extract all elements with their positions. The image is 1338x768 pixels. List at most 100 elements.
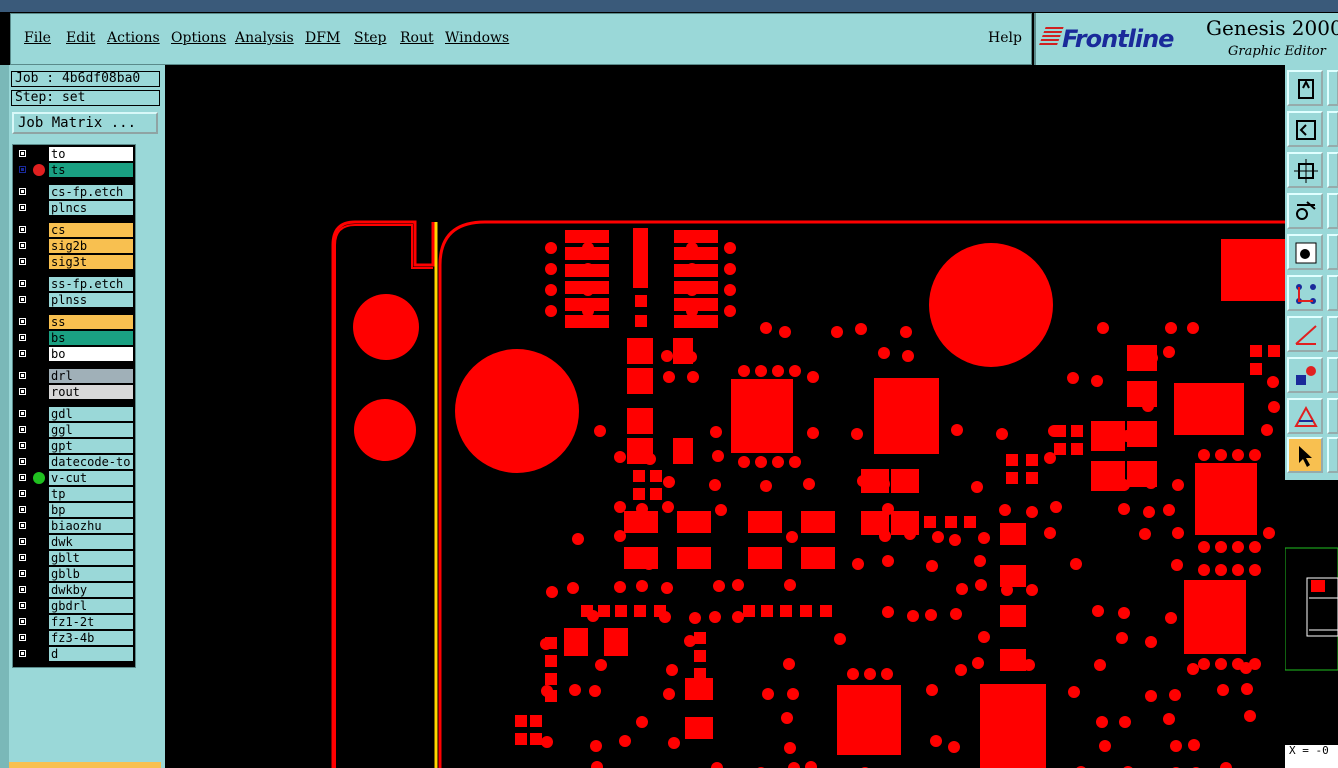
layer-checkbox[interactable] [18,165,27,174]
menu-help[interactable]: Help [988,30,1022,46]
layer-row-ss-fp.etch[interactable]: ss-fp.etch [15,277,133,291]
layer-checkbox[interactable] [18,295,27,304]
layer-row-bp[interactable]: bp [15,503,133,517]
net-tool-button[interactable] [1287,275,1323,311]
layer-checkbox[interactable] [18,521,27,530]
layer-checkbox[interactable] [18,489,27,498]
layer-row-fz1-2t[interactable]: fz1-2t [15,615,133,629]
layer-row-dwk[interactable]: dwk [15,535,133,549]
layer-row-v-cut[interactable]: v-cut [15,471,133,485]
menu-dfm[interactable]: DFM [305,30,340,46]
measure-tool-button[interactable] [1287,316,1323,352]
layer-row-tp[interactable]: tp [15,487,133,501]
secondary-tool-button[interactable] [1327,234,1338,270]
layer-checkbox[interactable] [18,149,27,158]
layer-checkbox[interactable] [18,257,27,266]
paste-tool-button[interactable] [1287,70,1323,106]
layer-checkbox[interactable] [18,333,27,342]
fit-tool-button[interactable] [1287,111,1323,147]
secondary-tool-button[interactable] [1327,193,1338,229]
layer-row-gbdrl[interactable]: gbdrl [15,599,133,613]
layer-checkbox[interactable] [18,585,27,594]
zoom-home-tool-button[interactable] [1287,152,1323,188]
layer-row-drl[interactable]: drl [15,369,133,383]
layer-row-biaozhu[interactable]: biaozhu [15,519,133,533]
layer-checkbox[interactable] [18,457,27,466]
layer-row-to[interactable]: to [15,147,133,161]
pointer-tool-button[interactable] [1287,437,1323,473]
secondary-tool-button[interactable] [1327,70,1338,106]
snap-tool-button[interactable] [1287,193,1323,229]
secondary-tool-button[interactable] [1327,357,1338,393]
layer-row-gblb[interactable]: gblb [15,567,133,581]
layer-checkbox[interactable] [18,409,27,418]
layer-row-rout[interactable]: rout [15,385,133,399]
secondary-tool-button[interactable] [1327,111,1338,147]
pad [1163,346,1175,358]
layer-checkbox[interactable] [18,387,27,396]
layer-checkbox[interactable] [18,505,27,514]
pad [945,516,957,528]
menu-analysis[interactable]: Analysis [235,30,294,46]
layer-name: dwk [49,535,133,549]
layer-checkbox[interactable] [18,553,27,562]
layer-row-plnss[interactable]: plnss [15,293,133,307]
secondary-tool-button[interactable] [1327,316,1338,352]
layer-row-gblt[interactable]: gblt [15,551,133,565]
layer-row-bo[interactable]: bo [15,347,133,361]
layer-checkbox[interactable] [18,569,27,578]
menu-step[interactable]: Step [354,30,386,46]
select-pad-tool-button[interactable] [1287,234,1323,270]
layer-row-dwkby[interactable]: dwkby [15,583,133,597]
menu-rout[interactable]: Rout [400,30,434,46]
secondary-tool-button[interactable] [1327,398,1338,434]
pad [956,583,968,595]
menu-windows[interactable]: Windows [445,30,509,46]
feature-tool-button[interactable] [1287,357,1323,393]
layer-checkbox[interactable] [18,225,27,234]
secondary-tool-button[interactable] [1327,275,1338,311]
layer-row-d[interactable]: d [15,647,133,661]
job-matrix-button[interactable]: Job Matrix ... [12,112,158,134]
layer-checkbox[interactable] [18,601,27,610]
layer-checkbox[interactable] [18,617,27,626]
layer-checkbox[interactable] [18,649,27,658]
layer-checkbox[interactable] [18,441,27,450]
mini-map[interactable] [1284,480,1338,750]
layer-checkbox[interactable] [18,473,27,482]
layer-row-ggl[interactable]: ggl [15,423,133,437]
pad [1232,564,1244,576]
layer-row-gdl[interactable]: gdl [15,407,133,421]
layer-row-fz3-4b[interactable]: fz3-4b [15,631,133,645]
layer-row-datecode-to[interactable]: datecode-to [15,455,133,469]
secondary-tool-button[interactable] [1327,437,1338,473]
layer-row-gpt[interactable]: gpt [15,439,133,453]
graphic-canvas[interactable] [165,65,1285,768]
layer-checkbox[interactable] [18,187,27,196]
pad [807,371,819,383]
layer-checkbox[interactable] [18,371,27,380]
layer-checkbox[interactable] [18,241,27,250]
pad [1026,454,1038,466]
menu-options[interactable]: Options [171,30,226,46]
menu-file[interactable]: File [24,30,51,46]
layer-checkbox[interactable] [18,279,27,288]
layer-checkbox[interactable] [18,537,27,546]
menu-actions[interactable]: Actions [107,30,160,46]
layer-checkbox[interactable] [18,633,27,642]
layer-checkbox[interactable] [18,425,27,434]
layer-checkbox[interactable] [18,203,27,212]
layer-row-bs[interactable]: bs [15,331,133,345]
layer-row-cs[interactable]: cs [15,223,133,237]
layer-row-sig3t[interactable]: sig3t [15,255,133,269]
secondary-tool-button[interactable] [1327,152,1338,188]
layer-row-cs-fp.etch[interactable]: cs-fp.etch [15,185,133,199]
layer-checkbox[interactable] [18,317,27,326]
layer-row-ts[interactable]: ts [15,163,133,177]
layer-row-sig2b[interactable]: sig2b [15,239,133,253]
drc-tool-button[interactable] [1287,398,1323,434]
layer-checkbox[interactable] [18,349,27,358]
layer-row-ss[interactable]: ss [15,315,133,329]
menu-edit[interactable]: Edit [66,30,95,46]
layer-row-plncs[interactable]: plncs [15,201,133,215]
